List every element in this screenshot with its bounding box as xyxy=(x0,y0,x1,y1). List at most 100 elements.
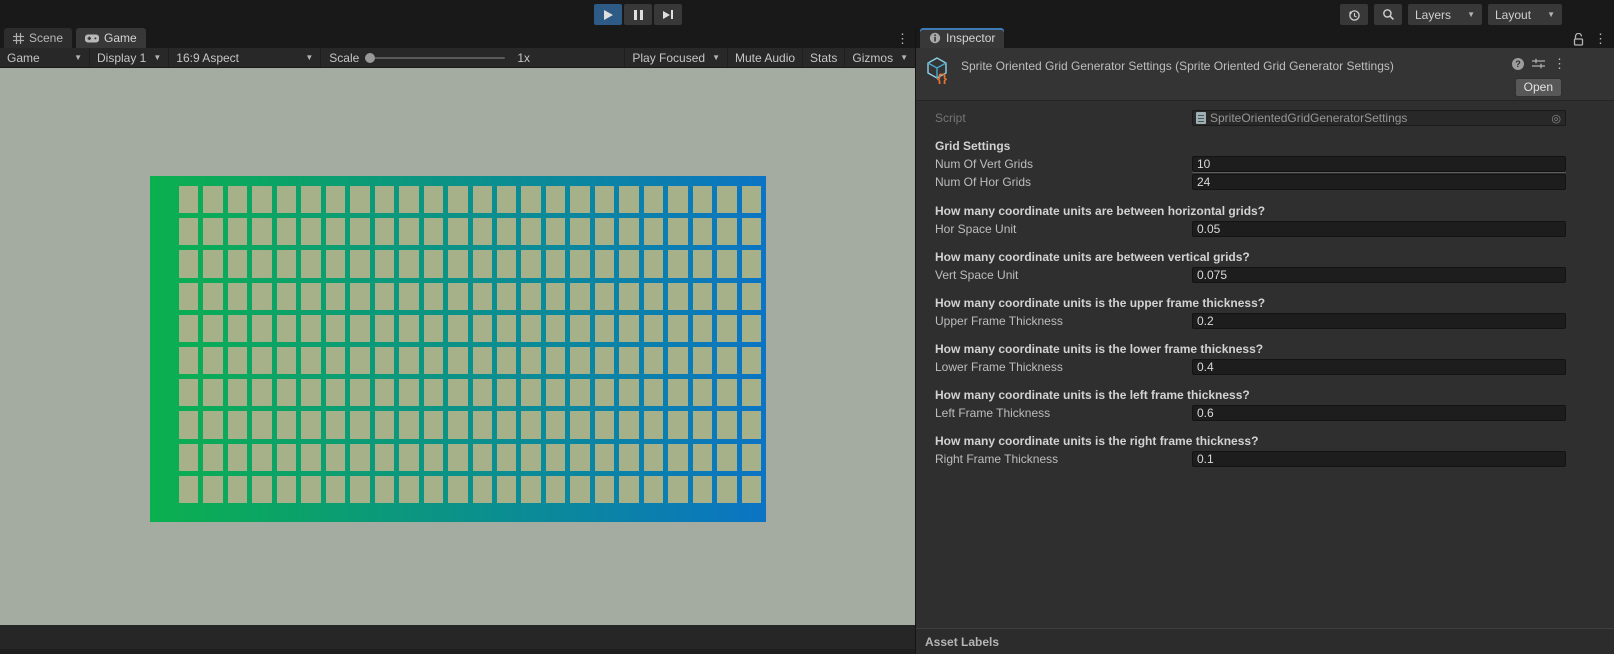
grid-cell xyxy=(741,379,761,407)
right-frame-thickness-input[interactable] xyxy=(1192,451,1566,467)
game-mode-dropdown[interactable]: Game ▼ xyxy=(0,48,90,67)
grid-cell xyxy=(717,411,737,439)
grid-cell xyxy=(521,443,541,471)
grid-cell xyxy=(741,475,761,503)
component-menu-kebab-icon[interactable]: ⋮ xyxy=(1553,56,1566,72)
help-icon[interactable]: ? xyxy=(1512,58,1524,70)
play-button[interactable] xyxy=(594,4,622,25)
grid-cell xyxy=(692,314,713,342)
game-panel-menu-kebab-icon[interactable]: ⋮ xyxy=(896,31,909,47)
scale-slider-thumb[interactable] xyxy=(365,52,376,63)
layers-dropdown-label: Layers xyxy=(1415,7,1452,22)
grid-cell xyxy=(570,443,590,471)
grid-cell xyxy=(179,282,199,310)
grid-cell xyxy=(643,282,664,310)
grid-cell xyxy=(399,218,419,246)
grid-cell xyxy=(374,314,395,342)
grid-cell xyxy=(203,379,223,407)
tab-scene[interactable]: Scene xyxy=(4,28,73,48)
stats-toggle[interactable]: Stats xyxy=(802,48,844,67)
num-vert-grids-input[interactable] xyxy=(1192,156,1566,172)
num-hor-grids-input[interactable] xyxy=(1192,174,1566,190)
grid-cell xyxy=(448,186,468,214)
chevron-down-icon: ▼ xyxy=(900,53,908,62)
grid-cell xyxy=(276,347,297,375)
aspect-ratio-label: 16:9 Aspect xyxy=(176,50,239,65)
grid-cell xyxy=(227,347,248,375)
play-focused-dropdown[interactable]: Play Focused ▼ xyxy=(624,48,727,67)
grid-cell xyxy=(619,314,639,342)
pause-button[interactable] xyxy=(624,4,652,25)
grid-cell xyxy=(374,443,395,471)
grid-cell xyxy=(276,314,297,342)
grid-cell xyxy=(325,347,346,375)
num-hor-grids-row: Num Of Hor Grids xyxy=(935,173,1566,191)
grid-cell xyxy=(374,186,395,214)
scale-slider[interactable] xyxy=(365,52,506,63)
grid-cell xyxy=(179,379,199,407)
chevron-down-icon: ▼ xyxy=(712,53,720,62)
grid-cell xyxy=(594,347,615,375)
left-frame-thickness-input[interactable] xyxy=(1192,405,1566,421)
display-target-dropdown[interactable]: Display 1 ▼ xyxy=(90,48,170,67)
grid-cell xyxy=(619,282,639,310)
grid-cell xyxy=(692,411,713,439)
search-icon xyxy=(1382,9,1394,20)
unlocked-padlock-icon[interactable] xyxy=(1573,32,1584,46)
grid-cell xyxy=(692,218,713,246)
grid-cell xyxy=(448,475,468,503)
grid-cell xyxy=(374,282,395,310)
mute-audio-toggle[interactable]: Mute Audio xyxy=(727,48,802,67)
gizmos-label: Gizmos xyxy=(852,50,894,65)
grid-cell xyxy=(252,475,272,503)
question-left-frame: How many coordinate units is the left fr… xyxy=(935,388,1250,402)
asset-labels-bar[interactable]: Asset Labels xyxy=(916,628,1614,654)
grid-cell xyxy=(717,314,737,342)
grid-cell xyxy=(643,443,664,471)
grid-cell xyxy=(643,314,664,342)
hor-space-unit-input[interactable] xyxy=(1192,221,1566,237)
inspector-menu-kebab-icon[interactable]: ⋮ xyxy=(1594,31,1607,47)
step-icon xyxy=(663,10,673,19)
gizmos-dropdown[interactable]: Gizmos ▼ xyxy=(844,48,915,67)
grid-cell xyxy=(227,475,248,503)
grid-cell xyxy=(594,314,615,342)
upper-frame-thickness-input[interactable] xyxy=(1192,313,1566,329)
grid-cell xyxy=(325,282,346,310)
undo-history-button[interactable] xyxy=(1340,4,1368,25)
tab-inspector[interactable]: Inspector xyxy=(920,28,1005,48)
step-button[interactable] xyxy=(654,4,682,25)
open-button[interactable]: Open xyxy=(1514,78,1562,97)
grid-cell xyxy=(301,379,321,407)
layout-dropdown[interactable]: Layout ▼ xyxy=(1488,4,1562,25)
grid-cell xyxy=(203,347,223,375)
grid-cell xyxy=(692,186,713,214)
grid-cell xyxy=(301,475,321,503)
script-object-field[interactable]: SpriteOrientedGridGeneratorSettings ◎ xyxy=(1192,110,1566,126)
generated-grid-frame xyxy=(150,176,766,522)
aspect-ratio-dropdown[interactable]: 16:9 Aspect ▼ xyxy=(169,48,322,67)
grid-cell xyxy=(570,411,590,439)
grid-cell xyxy=(545,218,566,246)
grid-cell xyxy=(619,379,639,407)
grid-cell xyxy=(423,443,444,471)
grid-cell xyxy=(545,186,566,214)
grid-cell xyxy=(350,443,370,471)
grid-cell xyxy=(350,411,370,439)
grid-cell xyxy=(276,218,297,246)
upper-frame-thickness-label: Upper Frame Thickness xyxy=(935,314,1063,328)
scale-value: 1x xyxy=(517,50,530,65)
inspector-title: Sprite Oriented Grid Generator Settings … xyxy=(961,59,1394,73)
grid-cell xyxy=(448,411,468,439)
hor-space-unit-row: Hor Space Unit xyxy=(935,220,1566,238)
presets-icon[interactable] xyxy=(1532,58,1545,70)
mute-audio-label: Mute Audio xyxy=(735,50,796,65)
tab-game[interactable]: Game xyxy=(76,28,146,48)
layers-dropdown[interactable]: Layers ▼ xyxy=(1408,4,1482,25)
object-picker-icon[interactable]: ◎ xyxy=(1551,112,1561,125)
lower-frame-thickness-label: Lower Frame Thickness xyxy=(935,360,1063,374)
lower-frame-thickness-input[interactable] xyxy=(1192,359,1566,375)
search-button[interactable] xyxy=(1374,4,1402,25)
vert-space-unit-input[interactable] xyxy=(1192,267,1566,283)
grid-cell xyxy=(227,218,248,246)
